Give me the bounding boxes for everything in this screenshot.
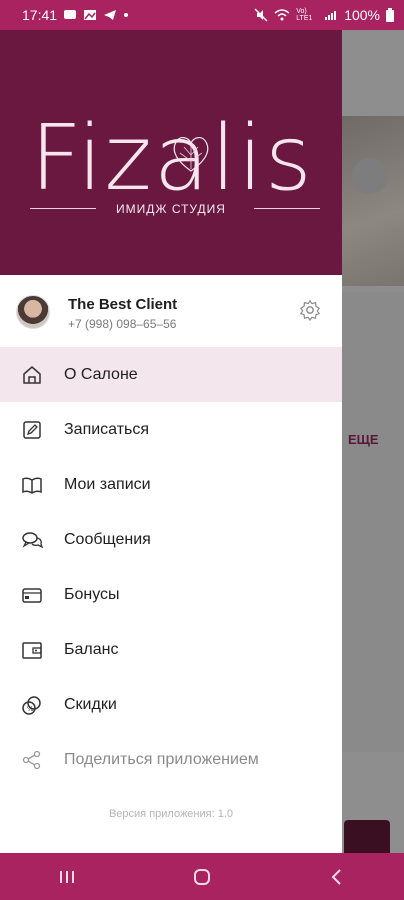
- menu-item-my-bookings[interactable]: Мои записи: [0, 457, 342, 512]
- navigation-drawer: Fizalis ИМИДЖ СТУДИЯ The Best Client +7 …: [0, 30, 342, 853]
- home-circle-icon: [193, 868, 210, 885]
- profile-phone: +7 (998) 098–65–56: [68, 317, 177, 331]
- svg-text:%: %: [27, 705, 34, 713]
- brand-subtitle: ИМИДЖ СТУДИЯ: [116, 202, 226, 216]
- network-type: Vo) LTE1: [296, 8, 313, 22]
- gear-icon[interactable]: [299, 299, 321, 321]
- avatar: [16, 295, 50, 329]
- home-button[interactable]: [182, 857, 222, 897]
- recent-apps-button[interactable]: [47, 857, 87, 897]
- status-bar: 17:41 Vo) LTE1 100%: [0, 0, 404, 30]
- home-icon: [23, 366, 41, 384]
- drawer-header: Fizalis ИМИДЖ СТУДИЯ: [0, 30, 342, 275]
- menu-item-book[interactable]: Записаться: [0, 402, 342, 457]
- telegram-notification-icon: [104, 10, 117, 20]
- menu-item-label: Скидки: [64, 696, 117, 713]
- chat-icon: [22, 532, 43, 549]
- location-pin-icon: [352, 158, 388, 194]
- status-time: 17:41: [22, 7, 58, 23]
- menu-item-balance[interactable]: Баланс: [0, 622, 342, 677]
- user-profile[interactable]: The Best Client +7 (998) 098–65–56: [0, 275, 342, 347]
- logo-divider-right: [254, 208, 320, 209]
- share-icon: [22, 750, 41, 770]
- book-icon: [22, 477, 42, 494]
- edit-icon: [23, 421, 41, 439]
- background-more-link: ЕЩЕ: [348, 432, 379, 447]
- menu-item-label: Баланс: [64, 641, 119, 658]
- discount-icon: %: [22, 696, 41, 715]
- menu-item-label: Записаться: [64, 421, 150, 438]
- card-icon: [22, 588, 42, 603]
- profile-name: The Best Client: [68, 296, 178, 313]
- physalis-heart-icon: [173, 137, 209, 172]
- menu-item-label: Поделиться приложением: [64, 751, 259, 768]
- menu-item-label: Бонусы: [64, 586, 120, 603]
- background-card: [342, 292, 404, 752]
- drawer-menu: О Салоне Записаться Мои записи Сообщения…: [0, 347, 342, 787]
- menu-item-label: Мои записи: [64, 476, 151, 493]
- recent-apps-icon: [60, 870, 75, 883]
- chat-bubble-notification-icon: [64, 10, 77, 19]
- battery-percent: 100%: [344, 7, 380, 23]
- menu-item-discounts[interactable]: % Скидки: [0, 677, 342, 732]
- menu-item-bonuses[interactable]: Бонусы: [0, 567, 342, 622]
- wallet-icon: [22, 642, 42, 659]
- menu-item-about[interactable]: О Салоне: [0, 347, 342, 402]
- menu-item-label: Сообщения: [64, 531, 151, 548]
- menu-item-label: О Салоне: [64, 366, 138, 383]
- dot-icon: [124, 13, 129, 17]
- background-hero-image: [342, 116, 404, 286]
- image-notification-icon: [84, 10, 97, 20]
- system-navigation-bar: [0, 853, 404, 900]
- menu-item-messages[interactable]: Сообщения: [0, 512, 342, 567]
- signal-icon: [325, 11, 337, 20]
- back-button[interactable]: [317, 857, 357, 897]
- mute-icon: [254, 8, 268, 22]
- wifi-icon: [274, 9, 290, 21]
- app-version: Версия приложения: 1.0: [108, 808, 234, 820]
- back-chevron-icon: [331, 868, 341, 885]
- battery-icon: [386, 8, 394, 22]
- menu-item-share-app[interactable]: Поделиться приложением: [0, 732, 342, 787]
